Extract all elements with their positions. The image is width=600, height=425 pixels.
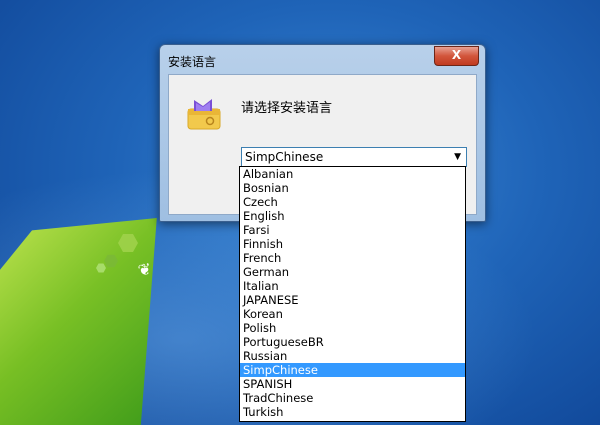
language-option[interactable]: Russian — [240, 349, 465, 363]
language-select[interactable]: SimpChinese ▼ — [241, 147, 467, 167]
language-option[interactable]: PortugueseBR — [240, 335, 465, 349]
language-option[interactable]: JAPANESE — [240, 293, 465, 307]
language-option[interactable]: Italian — [240, 279, 465, 293]
language-option[interactable]: Farsi — [240, 223, 465, 237]
dialog-title: 安装语言 — [168, 55, 217, 69]
prompt-text: 请选择安装语言 — [241, 101, 333, 116]
language-option[interactable]: Bosnian — [240, 181, 465, 195]
language-option[interactable]: SPANISH — [240, 377, 465, 391]
language-option[interactable]: Finnish — [240, 237, 465, 251]
language-select-value: SimpChinese — [245, 150, 324, 164]
language-option[interactable]: Albanian — [240, 167, 465, 181]
language-option[interactable]: Czech — [240, 195, 465, 209]
language-option[interactable]: TradChinese — [240, 391, 465, 405]
close-button[interactable]: X — [434, 46, 479, 66]
language-dropdown-list[interactable]: Albanian Bosnian Czech English Farsi Finnish F… — [239, 166, 466, 422]
language-option[interactable]: English — [240, 209, 465, 223]
language-option[interactable]: German — [240, 265, 465, 279]
language-option[interactable]: SimpChinese — [240, 363, 465, 377]
language-option[interactable]: Polish — [240, 321, 465, 335]
language-option[interactable]: French — [240, 251, 465, 265]
language-option[interactable]: Turkish — [240, 405, 465, 419]
language-option[interactable]: Korean — [240, 307, 465, 321]
chevron-down-icon[interactable]: ▼ — [454, 148, 461, 166]
installer-box-icon — [187, 99, 221, 130]
